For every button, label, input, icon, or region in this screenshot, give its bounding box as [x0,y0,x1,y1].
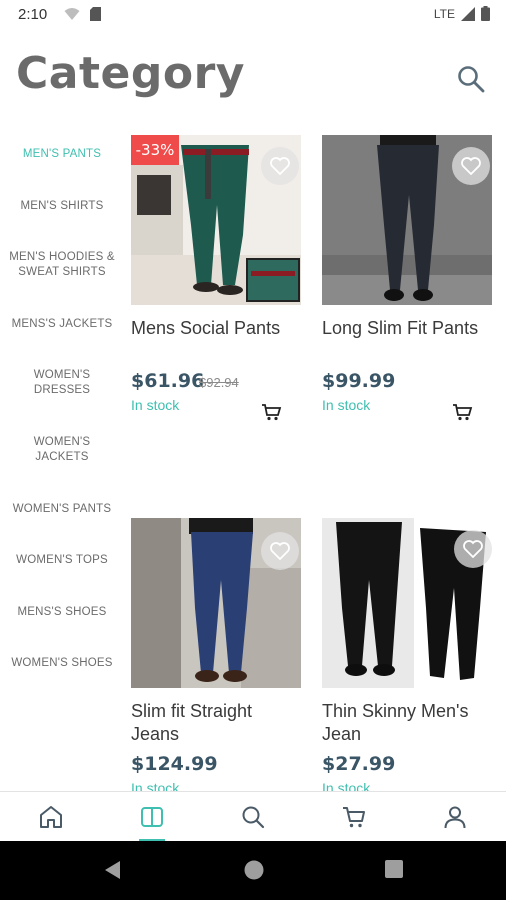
product-price: $27.99 [322,753,396,775]
system-home-button[interactable] [243,859,265,886]
add-to-cart-button[interactable] [452,403,474,421]
sidebar-item-mens-hoodies[interactable]: MEN'S HOODIES & SWEAT SHIRTS [0,250,124,280]
sidebar-item-womens-tops[interactable]: WOMEN'S TOPS [0,553,124,568]
product-name[interactable]: Long Slim Fit Pants [322,317,494,340]
stock-status: In stock [322,397,371,413]
heart-icon [461,157,481,175]
nav-profile[interactable] [404,792,506,842]
product-price: $124.99 [131,753,218,775]
sidebar-item-mens-shoes[interactable]: MENS'S SHOES [0,605,124,620]
favorite-button[interactable] [261,532,299,570]
search-icon [242,806,264,829]
heart-icon [270,157,290,175]
cart-icon [342,807,365,828]
wifi-off-icon [64,8,80,20]
product-price: $61.96 [131,370,205,392]
search-button[interactable] [456,64,486,94]
sidebar-item-mens-jackets[interactable]: MENS'S JACKETS [0,317,124,332]
system-navigation-bar [0,841,506,900]
sidebar-item-womens-pants[interactable]: WOMEN'S PANTS [0,502,124,517]
discount-badge: -33% [131,135,179,165]
sidebar-item-womens-jackets[interactable]: WOMEN'S JACKETS [0,435,124,465]
product-price: $99.99 [322,370,396,392]
signal-icon [461,6,475,21]
system-recents-button[interactable] [384,859,404,884]
status-bar: 2:10 LTE [0,0,506,30]
heart-icon [270,542,290,560]
page-title: Category [16,48,245,99]
home-icon [39,806,62,828]
battery-icon [481,6,490,21]
sidebar-item-womens-dresses[interactable]: WOMEN'S DRESSES [0,368,124,398]
status-time: 2:10 [18,6,48,23]
product-image[interactable] [322,518,492,688]
network-type: LTE [433,6,455,21]
stock-status: In stock [131,780,180,791]
sidebar-item-mens-pants[interactable]: MEN'S PANTS [0,147,124,162]
search-icon [458,66,485,93]
nav-home[interactable] [0,792,101,842]
nav-search[interactable] [202,792,303,842]
home-circle-icon [244,860,264,880]
cart-add-icon [453,404,473,421]
sim-card-icon [90,7,101,21]
sidebar-item-womens-shoes[interactable]: WOMEN'S SHOES [0,656,124,671]
nav-category[interactable] [101,792,202,842]
favorite-button[interactable] [452,147,490,185]
cart-add-icon [262,404,282,421]
system-back-button[interactable] [102,859,122,886]
heart-icon [463,540,483,558]
favorite-button[interactable] [261,147,299,185]
product-image[interactable] [131,518,301,688]
back-triangle-icon [105,861,120,879]
product-image[interactable] [322,135,492,305]
bottom-navigation [0,791,506,842]
stock-status: In stock [322,780,371,791]
nav-cart[interactable] [303,792,404,842]
add-to-cart-button[interactable] [261,403,283,421]
product-name[interactable]: Thin Skinny Men's Jean [322,700,494,746]
product-image[interactable]: -33% [131,135,301,305]
sidebar-item-mens-shirts[interactable]: MEN'S SHIRTS [0,199,124,214]
product-name[interactable]: Slim fit Straight Jeans [131,700,303,746]
stock-status: In stock [131,397,180,413]
recents-square-icon [385,860,403,878]
category-icon [140,807,163,827]
product-name[interactable]: Mens Social Pants [131,317,303,340]
profile-icon [444,806,466,829]
product-old-price: $92.94 [199,375,239,390]
favorite-button[interactable] [454,530,492,568]
